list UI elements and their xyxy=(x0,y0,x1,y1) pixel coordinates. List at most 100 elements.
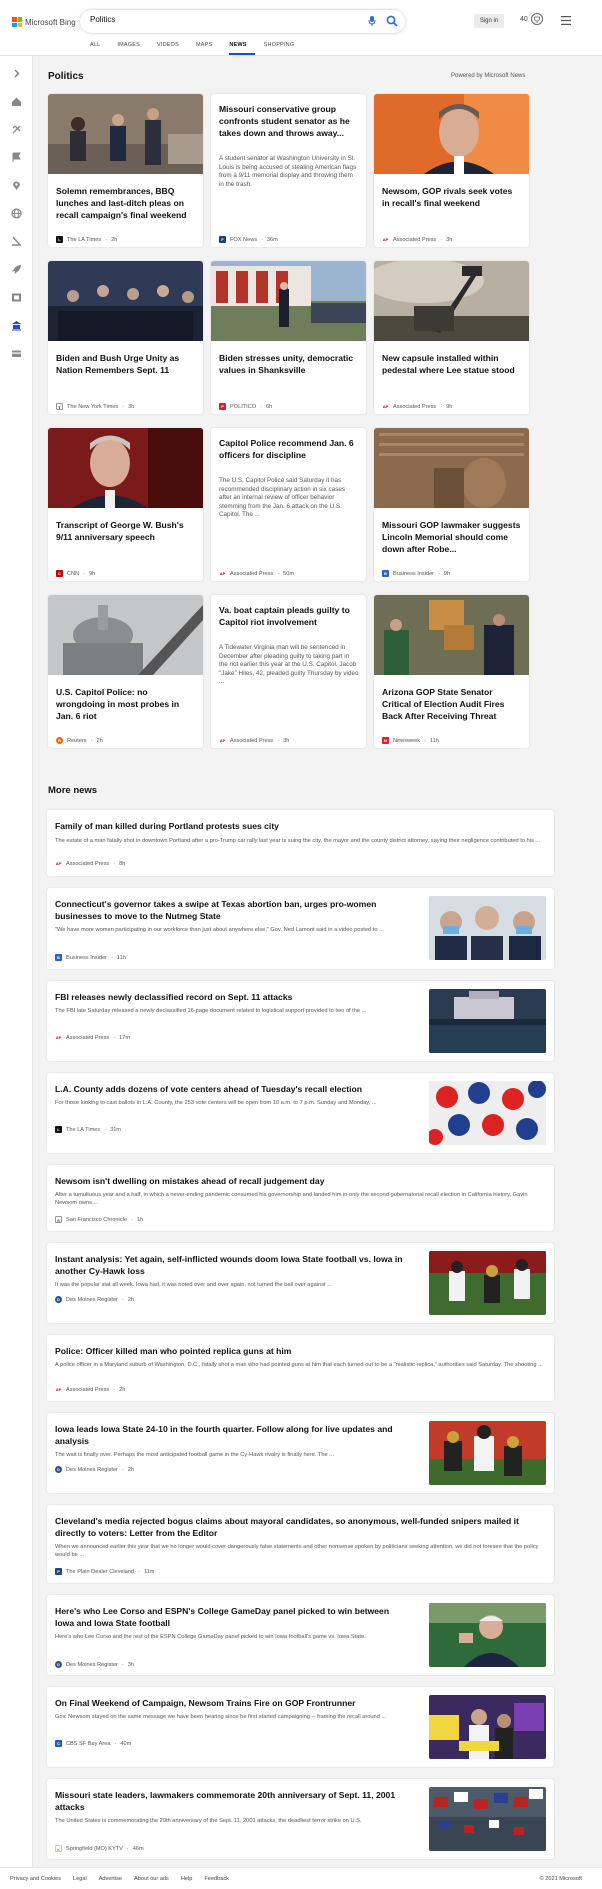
politics-building-icon[interactable] xyxy=(11,320,22,331)
source-logo-icon: S xyxy=(55,1216,62,1223)
footer-link-legal[interactable]: Legal xyxy=(73,1876,87,1882)
news-list-item[interactable]: Instant analysis: Yet again, self-inflic… xyxy=(47,1243,554,1323)
news-list-item[interactable]: Here's who Lee Corso and ESPN's College … xyxy=(47,1595,554,1675)
item-snippet: A police officer in a Maryland suburb of… xyxy=(55,1362,543,1368)
card-headline[interactable]: Solemn remembrances, BBQ lunches and las… xyxy=(56,185,196,221)
card-headline[interactable]: Missouri conservative group confronts st… xyxy=(219,103,359,139)
wallet-icon[interactable] xyxy=(11,348,22,359)
home-icon[interactable] xyxy=(11,96,22,107)
microphone-icon[interactable] xyxy=(368,16,376,26)
tab-images[interactable]: IMAGES xyxy=(117,40,148,55)
footer-link-advertise[interactable]: Advertise xyxy=(99,1876,122,1882)
item-snippet: After a tumultuous year and a half, in w… xyxy=(55,1192,528,1207)
tab-news[interactable]: NEWS xyxy=(229,40,255,55)
discover-icon[interactable] xyxy=(11,124,22,135)
tab-videos[interactable]: VIDEOS xyxy=(157,40,187,55)
news-card[interactable]: U.S. Capitol Police: no wrongdoing in mo… xyxy=(48,595,203,748)
card-source: AP Associated Press · 9h xyxy=(382,403,453,410)
item-headline[interactable]: FBI releases newly declassified record o… xyxy=(55,991,405,1003)
card-headline[interactable]: Capitol Police recommend Jan. 6 officers… xyxy=(219,437,359,461)
card-headline[interactable]: Va. boat captain pleads guilty to Capito… xyxy=(219,604,359,628)
footer-link-privacy[interactable]: Privacy and Cookies xyxy=(10,1876,61,1882)
item-headline[interactable]: Newsom isn't dwelling on mistakes ahead … xyxy=(55,1175,545,1187)
news-list-item[interactable]: Connecticut's governor takes a swipe at … xyxy=(47,888,554,969)
news-list-item[interactable]: Police: Officer killed man who pointed r… xyxy=(47,1335,554,1401)
item-headline[interactable]: Cleveland's media rejected bogus claims … xyxy=(55,1515,545,1539)
source-logo-icon: D xyxy=(55,1296,62,1303)
news-card[interactable]: New capsule installed within pedestal wh… xyxy=(374,261,529,414)
item-headline[interactable]: Connecticut's governor takes a swipe at … xyxy=(55,898,405,922)
menu-icon[interactable] xyxy=(561,16,571,25)
search-input[interactable] xyxy=(90,15,330,24)
news-list-item[interactable]: L.A. County adds dozens of vote centers … xyxy=(47,1073,554,1153)
sign-in-button[interactable]: Sign in xyxy=(474,14,504,28)
item-headline[interactable]: Here's who Lee Corso and ESPN's College … xyxy=(55,1605,405,1629)
source-logo-icon: L xyxy=(56,236,63,243)
rocket-icon[interactable] xyxy=(11,264,22,275)
tab-maps[interactable]: MAPS xyxy=(196,40,220,55)
card-headline[interactable]: Transcript of George W. Bush's 9/11 anni… xyxy=(56,519,196,543)
search-tabs: ALL IMAGES VIDEOS MAPS NEWS SHOPPING xyxy=(90,40,311,55)
tab-all[interactable]: ALL xyxy=(90,40,108,55)
news-card[interactable]: Newsom, GOP rivals seek votes in recall'… xyxy=(374,94,529,247)
news-card[interactable]: Missouri conservative group confronts st… xyxy=(211,94,366,247)
left-nav-rail xyxy=(0,56,33,1889)
item-headline[interactable]: Family of man killed during Portland pro… xyxy=(55,820,545,832)
source-logo-icon: B xyxy=(55,954,62,961)
news-card[interactable]: Biden and Bush Urge Unity as Nation Reme… xyxy=(48,261,203,414)
footer-link-feedback[interactable]: Feedback xyxy=(204,1876,229,1882)
expand-chevron-icon[interactable] xyxy=(11,68,22,79)
card-source: P POLITICO · 6h xyxy=(219,403,272,410)
news-list-item[interactable]: FBI releases newly declassified record o… xyxy=(47,981,554,1061)
source-logo-icon: AP xyxy=(382,236,389,243)
item-source: D Des Moines Register · 3h xyxy=(55,1661,134,1668)
news-list-item[interactable]: Iowa leads Iowa State 24-10 in the fourt… xyxy=(47,1413,554,1493)
globe-icon[interactable] xyxy=(11,208,22,219)
news-image xyxy=(48,94,203,174)
source-logo-icon: AP xyxy=(219,737,226,744)
item-source: AP Associated Press · 17m xyxy=(55,1034,130,1041)
news-list-item[interactable]: On Final Weekend of Campaign, Newsom Tra… xyxy=(47,1687,554,1767)
news-card[interactable]: Transcript of George W. Bush's 9/11 anni… xyxy=(48,428,203,581)
search-box[interactable] xyxy=(80,10,405,33)
item-headline[interactable]: Iowa leads Iowa State 24-10 in the fourt… xyxy=(55,1423,405,1447)
news-card[interactable]: Arizona GOP State Senator Critical of El… xyxy=(374,595,529,748)
footer-link-about-ads[interactable]: About our ads xyxy=(134,1876,169,1882)
news-list-item[interactable]: Newsom isn't dwelling on mistakes ahead … xyxy=(47,1165,554,1231)
card-headline[interactable]: Newsom, GOP rivals seek votes in recall'… xyxy=(382,185,522,209)
item-source: K Springfield (MO) KYTV · 46m xyxy=(55,1845,144,1852)
news-thumbnail xyxy=(429,1695,546,1759)
news-thumbnail xyxy=(429,896,546,960)
bing-logo[interactable]: Microsoft Bing xyxy=(12,15,76,29)
card-headline[interactable]: Biden and Bush Urge Unity as Nation Reme… xyxy=(56,352,196,376)
news-list-item[interactable]: Missouri state leaders, lawmakers commem… xyxy=(47,1779,554,1859)
rewards-trophy-icon[interactable] xyxy=(530,12,544,28)
card-headline[interactable]: Missouri GOP lawmaker suggests Lincoln M… xyxy=(382,519,522,555)
item-source: S San Francisco Chronicle · 1h xyxy=(55,1216,143,1223)
item-headline[interactable]: Missouri state leaders, lawmakers commem… xyxy=(55,1789,405,1813)
card-source: AP Associated Press · 3h xyxy=(382,236,453,243)
flag-icon[interactable] xyxy=(11,152,22,163)
location-icon[interactable] xyxy=(11,180,22,191)
search-icon[interactable] xyxy=(386,15,398,27)
tab-shopping[interactable]: SHOPPING xyxy=(264,40,303,55)
item-headline[interactable]: On Final Weekend of Campaign, Newsom Tra… xyxy=(55,1697,405,1709)
footer-link-help[interactable]: Help xyxy=(181,1876,193,1882)
card-headline[interactable]: U.S. Capitol Police: no wrongdoing in mo… xyxy=(56,686,196,722)
card-headline[interactable]: New capsule installed within pedestal wh… xyxy=(382,352,522,376)
item-headline[interactable]: L.A. County adds dozens of vote centers … xyxy=(55,1083,405,1095)
news-card[interactable]: Missouri GOP lawmaker suggests Lincoln M… xyxy=(374,428,529,581)
news-list-item[interactable]: Family of man killed during Portland pro… xyxy=(47,810,554,876)
news-card[interactable]: Solemn remembrances, BBQ lunches and las… xyxy=(48,94,203,247)
news-card[interactable]: Va. boat captain pleads guilty to Capito… xyxy=(211,595,366,748)
scales-icon[interactable] xyxy=(11,236,22,247)
card-headline[interactable]: Biden stresses unity, democratic values … xyxy=(219,352,359,376)
news-card[interactable]: Capitol Police recommend Jan. 6 officers… xyxy=(211,428,366,581)
news-list-item[interactable]: Cleveland's media rejected bogus claims … xyxy=(47,1505,554,1583)
film-icon[interactable] xyxy=(11,292,22,303)
news-card[interactable]: Biden stresses unity, democratic values … xyxy=(211,261,366,414)
source-logo-icon: AP xyxy=(219,570,226,577)
item-headline[interactable]: Instant analysis: Yet again, self-inflic… xyxy=(55,1253,405,1277)
card-headline[interactable]: Arizona GOP State Senator Critical of El… xyxy=(382,686,522,722)
item-headline[interactable]: Police: Officer killed man who pointed r… xyxy=(55,1345,545,1357)
